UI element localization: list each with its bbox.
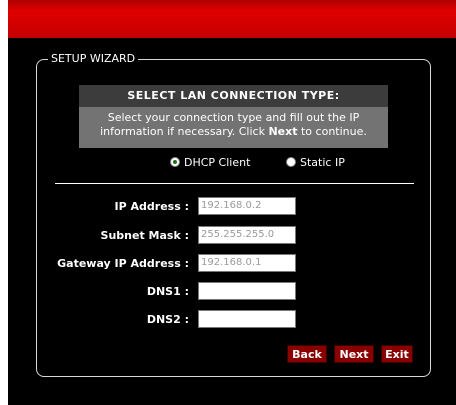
instructions-next-emphasis: Next xyxy=(268,125,298,138)
static-ip-radio[interactable]: Static IP xyxy=(286,155,345,169)
instructions-line1: Select your connection type and fill out… xyxy=(107,111,360,124)
instructions-text: Select your connection type and fill out… xyxy=(79,107,388,139)
dhcp-client-radio[interactable]: DHCP Client xyxy=(170,155,250,169)
radio-unselected-icon[interactable] xyxy=(286,157,296,167)
section-divider xyxy=(55,183,414,184)
dns2-row: DNS2 : xyxy=(0,310,456,330)
header-bar xyxy=(8,0,456,38)
dns2-label: DNS2 : xyxy=(146,313,189,326)
subnet-mask-input[interactable]: 255.255.255.0 xyxy=(198,226,296,244)
setup-wizard-legend: SETUP WIZARD xyxy=(48,52,139,66)
dns1-row: DNS1 : xyxy=(0,282,456,302)
ip-address-row: IP Address : 192.168.0.2 xyxy=(0,197,456,217)
back-button[interactable]: Back xyxy=(287,345,327,363)
ip-address-input[interactable]: 192.168.0.2 xyxy=(198,197,296,215)
subnet-mask-label: Subnet Mask : xyxy=(100,229,189,242)
radio-selected-icon[interactable] xyxy=(170,157,180,167)
exit-button[interactable]: Exit xyxy=(381,345,413,363)
instructions-box: SELECT LAN CONNECTION TYPE: Select your … xyxy=(79,85,388,148)
instructions-title: SELECT LAN CONNECTION TYPE: xyxy=(79,85,388,107)
gateway-ip-row: Gateway IP Address : 192.168.0.1 xyxy=(0,254,456,274)
gateway-ip-input[interactable]: 192.168.0.1 xyxy=(198,254,296,272)
ip-address-label: IP Address : xyxy=(114,200,189,213)
static-ip-label: Static IP xyxy=(300,155,345,169)
subnet-mask-row: Subnet Mask : 255.255.255.0 xyxy=(0,226,456,246)
next-button[interactable]: Next xyxy=(334,345,374,363)
dhcp-client-label: DHCP Client xyxy=(184,155,251,169)
dns2-input[interactable] xyxy=(198,310,296,328)
instructions-line2-suffix: to continue. xyxy=(297,125,367,138)
gateway-ip-label: Gateway IP Address : xyxy=(57,257,189,270)
instructions-line2-prefix: information if necessary. Click xyxy=(100,125,269,138)
dns1-input[interactable] xyxy=(198,282,296,300)
dns1-label: DNS1 : xyxy=(146,285,189,298)
